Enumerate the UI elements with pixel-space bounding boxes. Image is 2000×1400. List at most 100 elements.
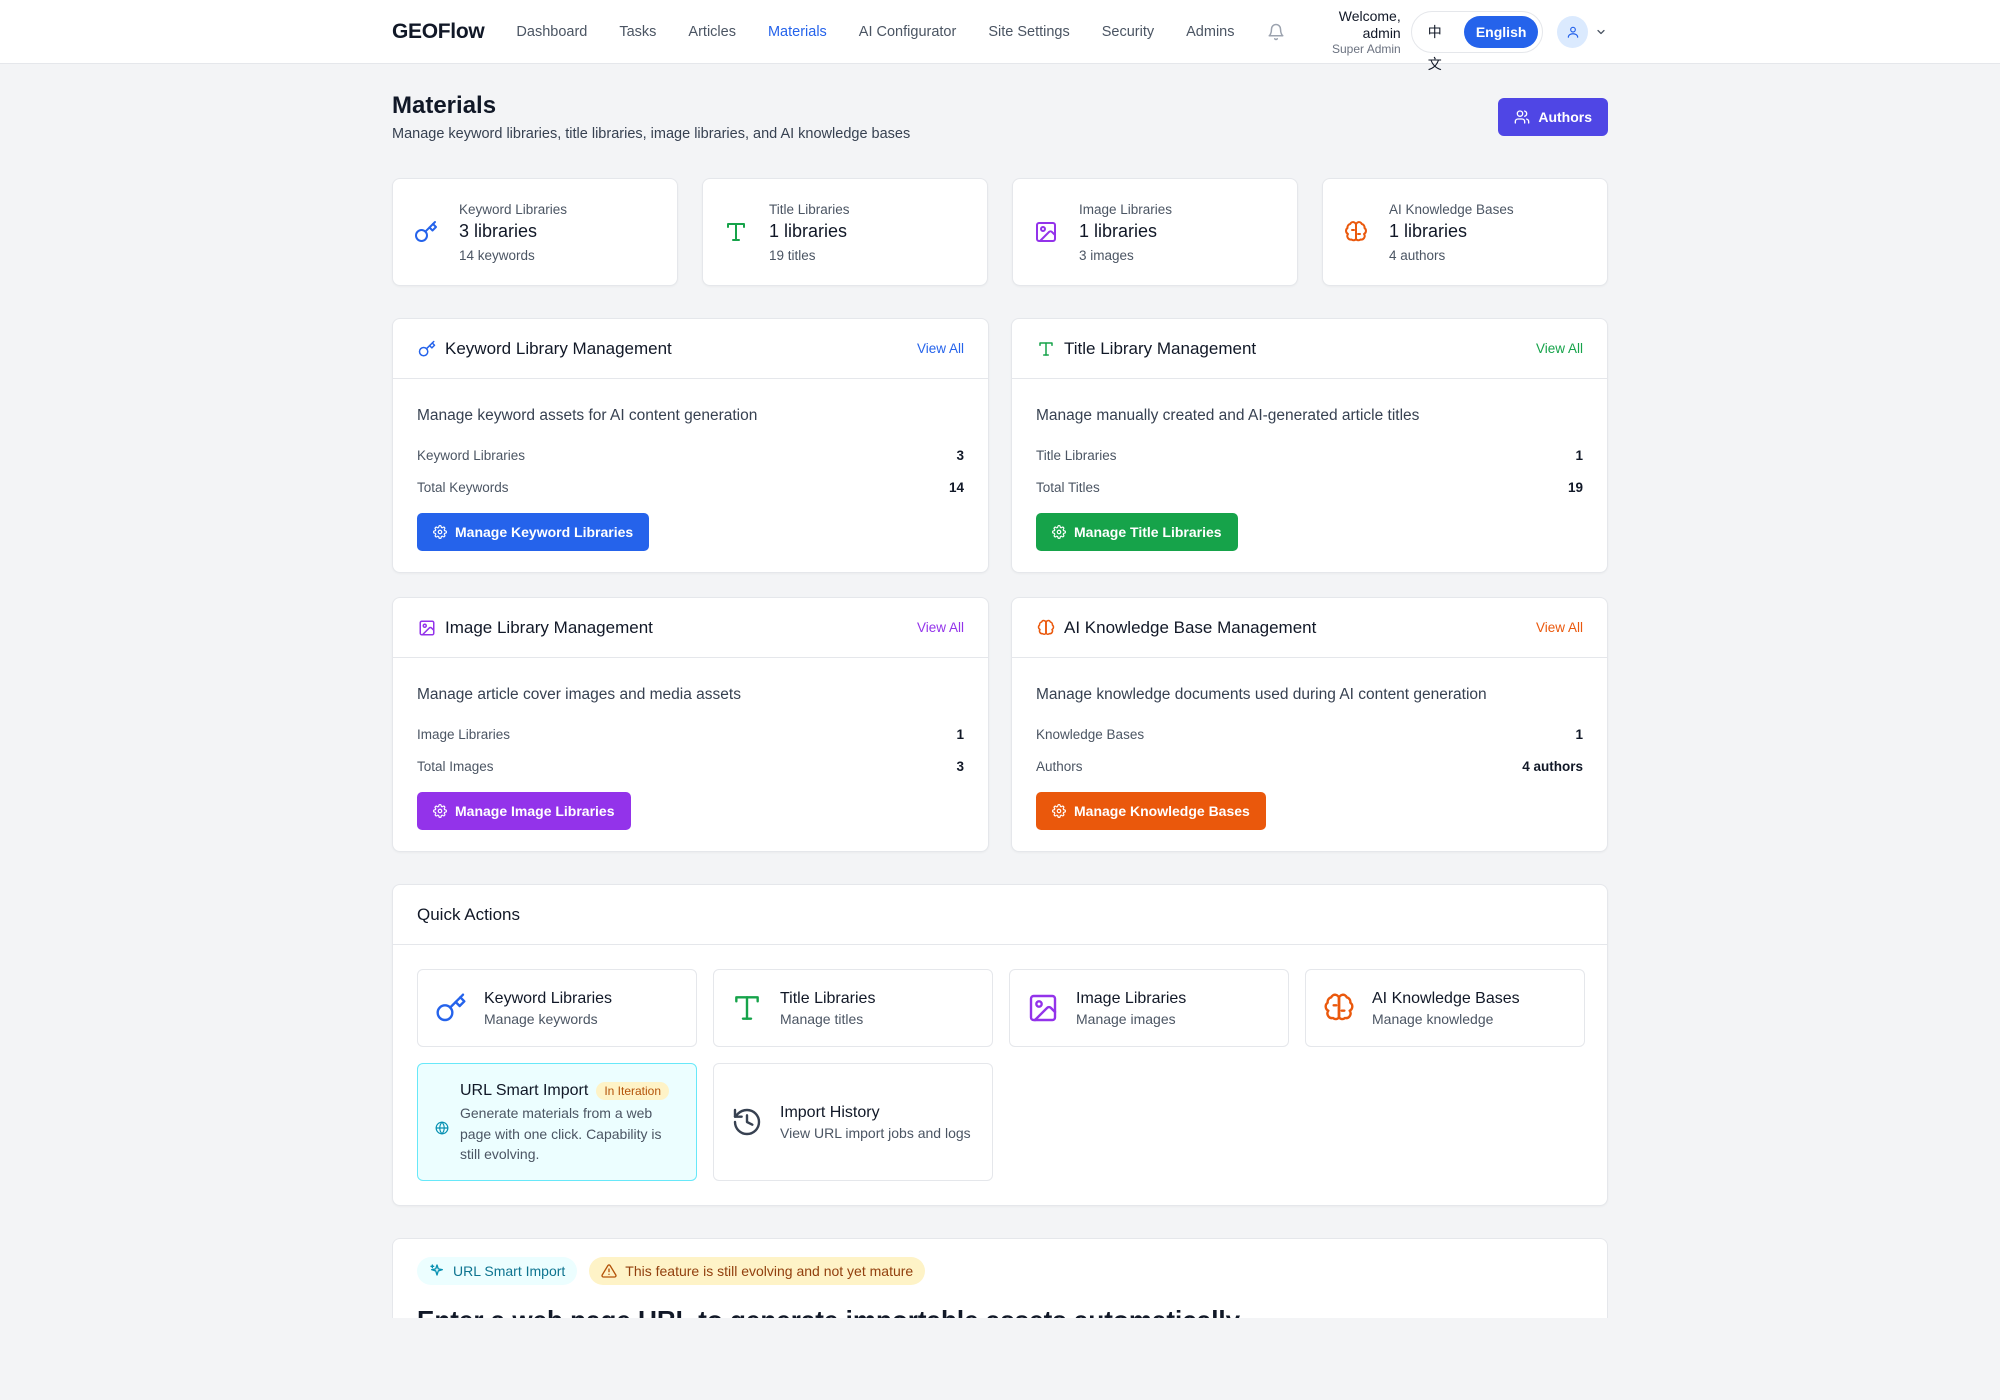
top-right-controls: Welcome, admin Super Admin 中文 English	[1267, 8, 1609, 72]
maturity-warning-label: This feature is still evolving and not y…	[625, 1263, 914, 1279]
panel-knowledge-management: AI Knowledge Base Management View All Ma…	[1011, 597, 1608, 852]
row-value: 19	[1567, 479, 1583, 495]
key-icon	[413, 219, 439, 245]
brand-logo[interactable]: GEOFlow	[392, 20, 485, 44]
nav-security[interactable]: Security	[1102, 24, 1154, 40]
lang-option-english[interactable]: English	[1463, 15, 1539, 48]
stat-card-keywords: Keyword Libraries 3 libraries 14 keyword…	[392, 178, 678, 286]
panel-title: Title Library Management	[1064, 338, 1257, 358]
main-nav: Dashboard Tasks Articles Materials AI Co…	[516, 24, 1266, 40]
stat-value: 1 libraries	[769, 220, 848, 241]
image-icon	[1033, 219, 1059, 245]
panel-row: Image Libraries 1	[417, 718, 964, 750]
avatar[interactable]	[1557, 15, 1589, 48]
brain-icon	[1343, 219, 1369, 245]
quick-action-url-smart-import[interactable]: URL Smart Import In Iteration Generate ma…	[417, 1063, 697, 1181]
row-label: Total Titles	[1036, 479, 1100, 495]
panel-title: Image Library Management	[445, 617, 653, 637]
language-switcher: 中文 English	[1410, 10, 1544, 72]
quick-action-subtitle: Manage titles	[780, 1010, 864, 1027]
quick-action-knowledge-bases[interactable]: AI Knowledge Bases Manage knowledge	[1305, 969, 1585, 1047]
page-title: Materials	[392, 92, 497, 119]
maturity-warning-tag: This feature is still evolving and not y…	[589, 1257, 926, 1285]
gear-icon	[433, 525, 447, 539]
view-all-link[interactable]: View All	[917, 620, 964, 635]
stat-label: AI Knowledge Bases	[1389, 201, 1514, 217]
nav-ai-configurator[interactable]: AI Configurator	[859, 24, 957, 40]
row-value: 3	[956, 447, 964, 463]
panel-row: Authors 4 authors	[1036, 750, 1583, 782]
page-header: Materials Manage keyword libraries, titl…	[392, 64, 1608, 178]
type-icon	[1036, 339, 1056, 359]
type-icon	[730, 991, 764, 1025]
row-label: Knowledge Bases	[1036, 726, 1145, 742]
panel-keyword-management: Keyword Library Management View All Mana…	[392, 318, 989, 573]
quick-action-title: AI Knowledge Bases	[1372, 989, 1520, 1007]
top-navbar: GEOFlow Dashboard Tasks Articles Materia…	[0, 0, 2000, 72]
stat-card-knowledge: AI Knowledge Bases 1 libraries 4 authors	[1322, 178, 1608, 286]
row-value: 1	[1575, 726, 1583, 742]
quick-actions-title: Quick Actions	[393, 885, 1607, 945]
nav-dashboard[interactable]: Dashboard	[516, 24, 587, 40]
quick-action-image-libraries[interactable]: Image Libraries Manage images	[1009, 969, 1289, 1047]
row-label: Title Libraries	[1036, 447, 1117, 463]
quick-action-title: Image Libraries	[1076, 989, 1187, 1007]
authors-button[interactable]: Authors	[1498, 98, 1608, 136]
panel-image-management: Image Library Management View All Manage…	[392, 597, 989, 852]
chevron-down-icon[interactable]	[1594, 25, 1608, 39]
users-icon	[1514, 110, 1530, 124]
gear-icon	[1052, 525, 1066, 539]
button-label: Manage Keyword Libraries	[455, 524, 634, 540]
row-label: Total Keywords	[417, 479, 509, 495]
view-all-link[interactable]: View All	[1536, 620, 1583, 635]
nav-admins[interactable]: Admins	[1186, 24, 1234, 40]
stat-card-titles: Title Libraries 1 libraries 19 titles	[702, 178, 988, 286]
manage-keyword-libraries-button[interactable]: Manage Keyword Libraries	[417, 513, 650, 551]
key-icon	[417, 339, 437, 359]
manage-knowledge-bases-button[interactable]: Manage Knowledge Bases	[1036, 792, 1266, 830]
bell-icon[interactable]	[1267, 22, 1286, 42]
stat-label: Image Libraries	[1079, 201, 1173, 217]
stats-row: Keyword Libraries 3 libraries 14 keyword…	[392, 178, 1608, 286]
image-icon	[417, 618, 437, 638]
quick-actions-card: Quick Actions Keyword Libraries Manage k…	[392, 884, 1608, 1206]
button-label: Manage Title Libraries	[1074, 524, 1222, 540]
type-icon	[723, 219, 749, 245]
quick-action-title-libraries[interactable]: Title Libraries Manage titles	[713, 969, 993, 1047]
authors-button-label: Authors	[1538, 109, 1592, 125]
row-value: 1	[956, 726, 964, 742]
panel-header: Keyword Library Management View All	[393, 319, 988, 379]
nav-site-settings[interactable]: Site Settings	[988, 24, 1069, 40]
lang-option-chinese[interactable]: 中文	[1416, 16, 1464, 72]
url-import-tag-label: URL Smart Import	[453, 1263, 566, 1279]
quick-action-keyword-libraries[interactable]: Keyword Libraries Manage keywords	[417, 969, 697, 1047]
url-import-heading: Enter a web page URL to generate importa…	[417, 1305, 1240, 1318]
panel-row: Total Keywords 14	[417, 471, 964, 503]
globe-icon	[434, 1120, 450, 1136]
stat-label: Title Libraries	[769, 201, 850, 217]
welcome-block: Welcome, admin Super Admin	[1300, 8, 1401, 56]
manage-title-libraries-button[interactable]: Manage Title Libraries	[1036, 513, 1238, 551]
manage-image-libraries-button[interactable]: Manage Image Libraries	[417, 792, 631, 830]
nav-materials[interactable]: Materials	[768, 24, 827, 40]
welcome-text: Welcome, admin	[1338, 8, 1401, 41]
quick-action-title: URL Smart Import	[460, 1082, 589, 1100]
nav-tasks[interactable]: Tasks	[619, 24, 656, 40]
stat-value: 1 libraries	[1079, 220, 1158, 241]
panel-row: Total Titles 19	[1036, 471, 1583, 503]
quick-action-title: Keyword Libraries	[484, 989, 613, 1007]
quick-action-title: Title Libraries	[780, 989, 876, 1007]
stat-detail: 3 images	[1079, 247, 1134, 263]
nav-articles[interactable]: Articles	[688, 24, 736, 40]
panel-header: Title Library Management View All	[1012, 319, 1607, 379]
materials-page: Materials Manage keyword libraries, titl…	[392, 64, 1608, 1318]
view-all-link[interactable]: View All	[1536, 341, 1583, 356]
button-label: Manage Image Libraries	[455, 803, 615, 819]
panel-title: AI Knowledge Base Management	[1064, 617, 1317, 637]
quick-action-import-history[interactable]: Import History View URL import jobs and …	[713, 1063, 993, 1181]
row-value: 4 authors	[1522, 758, 1583, 774]
panel-row: Total Images 3	[417, 750, 964, 782]
view-all-link[interactable]: View All	[917, 341, 964, 356]
quick-action-subtitle: Generate materials from a web page with …	[460, 1105, 662, 1162]
brain-icon	[1322, 991, 1356, 1025]
